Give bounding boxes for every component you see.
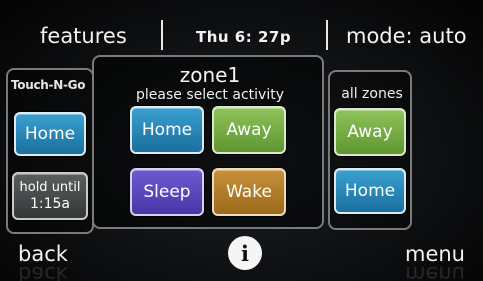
all-zones-home-button[interactable]: Home	[334, 168, 406, 214]
top-bar: features Thu 6: 27p mode: auto	[0, 14, 483, 54]
hold-until-time: 1:15a	[29, 196, 71, 212]
top-divider	[326, 20, 328, 50]
zone-away-button[interactable]: Away	[212, 106, 286, 154]
menu-reflection: menu	[405, 262, 465, 281]
top-divider	[161, 20, 163, 50]
back-reflection: back	[18, 262, 68, 281]
hold-until-label: hold until	[19, 180, 81, 195]
zone-wake-button[interactable]: Wake	[212, 168, 286, 216]
mode-button[interactable]: mode: auto	[346, 24, 467, 48]
zone-subtitle: please select activity	[136, 87, 284, 103]
features-button[interactable]: features	[40, 24, 127, 48]
clock-display: Thu 6: 27p	[196, 28, 292, 46]
hold-until-button[interactable]: hold until 1:15a	[12, 172, 88, 220]
all-zones-title: all zones	[341, 86, 403, 102]
zone-sleep-button[interactable]: Sleep	[130, 168, 204, 216]
zone-activity-panel: zone1 please select activity	[92, 55, 324, 229]
info-icon[interactable]: i	[228, 236, 262, 270]
touch-n-go-home-button[interactable]: Home	[14, 112, 86, 156]
zone-title: zone1	[179, 63, 241, 87]
all-zones-away-button[interactable]: Away	[334, 108, 406, 156]
touch-n-go-logo: Touch-N-Go	[11, 78, 86, 92]
zone-home-button[interactable]: Home	[130, 106, 204, 154]
thermostat-screen: features Thu 6: 27p mode: auto Touch-N-G…	[0, 0, 483, 281]
